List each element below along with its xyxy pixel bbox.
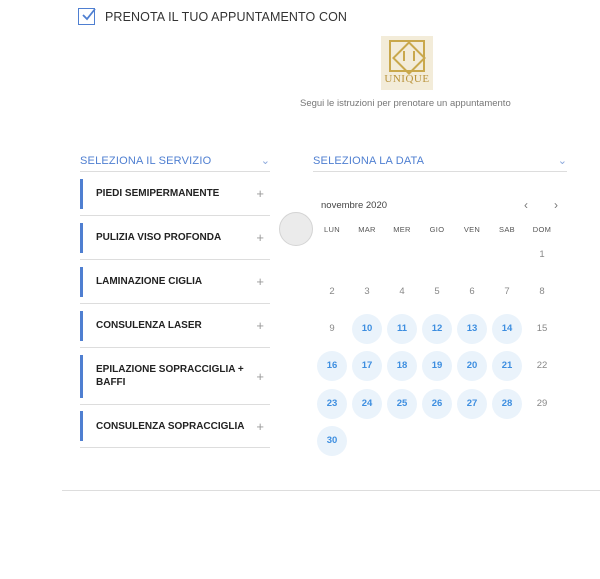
plus-icon[interactable]: + [256,230,264,245]
checkbox[interactable] [78,8,96,25]
date-dropdown-header[interactable]: SELEZIONA LA DATA ⌄ [313,150,567,172]
chevron-down-icon: ⌄ [557,155,567,167]
service-label: LAMINAZIONE CIGLIA [96,276,203,287]
calendar-day-available[interactable]: 12 [422,314,452,344]
date-header-label: SELEZIONA LA DATA [313,154,425,167]
weekday-label: MAR [358,225,376,234]
accent-bar [80,179,83,209]
service-item[interactable]: CONSULENZA LASER + [80,304,270,348]
header-row: PRENOTA IL TUO APPUNTAMENTO CON [78,8,347,25]
calendar-day: 22 [536,360,548,371]
calendar-day: 1 [539,249,545,260]
service-item[interactable]: PIEDI SEMIPERMANENTE + [80,172,270,216]
service-item[interactable]: EPILAZIONE SOPRACCIGLIA + BAFFI + [80,348,270,405]
loading-indicator [279,212,313,246]
service-label: CONSULENZA SOPRACCIGLIA [96,420,245,432]
service-header-label: SELEZIONA IL SERVIZIO [80,154,212,167]
accent-bar [80,223,83,253]
service-label: CONSULENZA LASER [96,320,202,331]
plus-icon[interactable]: + [256,318,264,333]
calendar-day: 2 [329,286,335,297]
accent-bar [80,355,83,398]
weekday-label: LUN [324,225,340,234]
calendar-day-available[interactable]: 14 [492,314,522,344]
chevron-down-icon: ⌄ [260,155,270,167]
calendar-day: 4 [399,286,405,297]
service-item[interactable]: PULIZIA VISO PROFONDA + [80,216,270,260]
weekday-label: VEN [463,225,481,234]
plus-icon[interactable]: + [256,419,264,434]
service-dropdown-header[interactable]: SELEZIONA IL SERVIZIO ⌄ [80,150,270,172]
calendar-day-available[interactable]: 10 [352,314,382,344]
weekday-label: SAB [499,225,515,234]
calendar-day: 6 [469,286,475,297]
weekday-label: DOM [532,225,552,234]
calendar-month-label: novembre 2020 [321,200,388,211]
chevron-right-icon[interactable]: › [554,198,558,212]
calendar-day: 15 [536,323,548,334]
calendar-day: 9 [329,323,335,334]
plus-icon[interactable]: + [256,369,264,384]
service-list: PIEDI SEMIPERMANENTE + PULIZIA VISO PROF… [80,172,270,448]
calendar-day: 3 [364,286,370,297]
calendar-day-available[interactable]: 17 [352,351,382,381]
service-label: PULIZIA VISO PROFONDA [96,232,222,243]
calendar-day-available[interactable]: 18 [387,351,417,381]
plus-icon[interactable]: + [256,274,264,289]
calendar-day: 7 [504,286,510,297]
calendar-day-available[interactable]: 23 [317,389,347,419]
accent-bar [80,411,83,441]
calendar-day-available[interactable]: 13 [457,314,487,344]
accent-bar [80,311,83,341]
plus-icon[interactable]: + [256,186,264,201]
weekday-label: MER [393,225,411,234]
logo-emblem-icon [389,40,425,72]
calendar-day-available[interactable]: 20 [457,351,487,381]
service-item[interactable]: LAMINAZIONE CIGLIA + [80,260,270,304]
check-icon [82,8,96,21]
calendar-day-available[interactable]: 19 [422,351,452,381]
calendar-day-available[interactable]: 25 [387,389,417,419]
accent-bar [80,267,83,297]
calendar-day-available[interactable]: 21 [492,351,522,381]
calendar-day: 8 [539,286,545,297]
chevron-left-icon[interactable]: ‹ [524,198,528,212]
calendar-day-available[interactable]: 30 [317,426,347,456]
instructions-text: Segui le istruzioni per prenotare un app… [300,98,511,109]
logo-text: UNIQUE [384,73,430,85]
calendar-day-available[interactable]: 24 [352,389,382,419]
calendar-day-available[interactable]: 11 [387,314,417,344]
service-item[interactable]: CONSULENZA SOPRACCIGLIA + [80,405,270,448]
calendar-day-available[interactable]: 27 [457,389,487,419]
page-title: PRENOTA IL TUO APPUNTAMENTO CON [105,9,348,24]
service-label: EPILAZIONE SOPRACCIGLIA + BAFFI [96,364,244,388]
calendar-day-available[interactable]: 28 [492,389,522,419]
brand-logo: UNIQUE [381,36,433,90]
calendar-day-available[interactable]: 16 [317,351,347,381]
weekday-label: GIO [429,225,445,234]
calendar-day: 29 [536,398,548,409]
calendar-day-available[interactable]: 26 [422,389,452,419]
calendar-day: 5 [434,286,440,297]
service-label: PIEDI SEMIPERMANENTE [96,188,220,199]
divider [62,490,600,491]
